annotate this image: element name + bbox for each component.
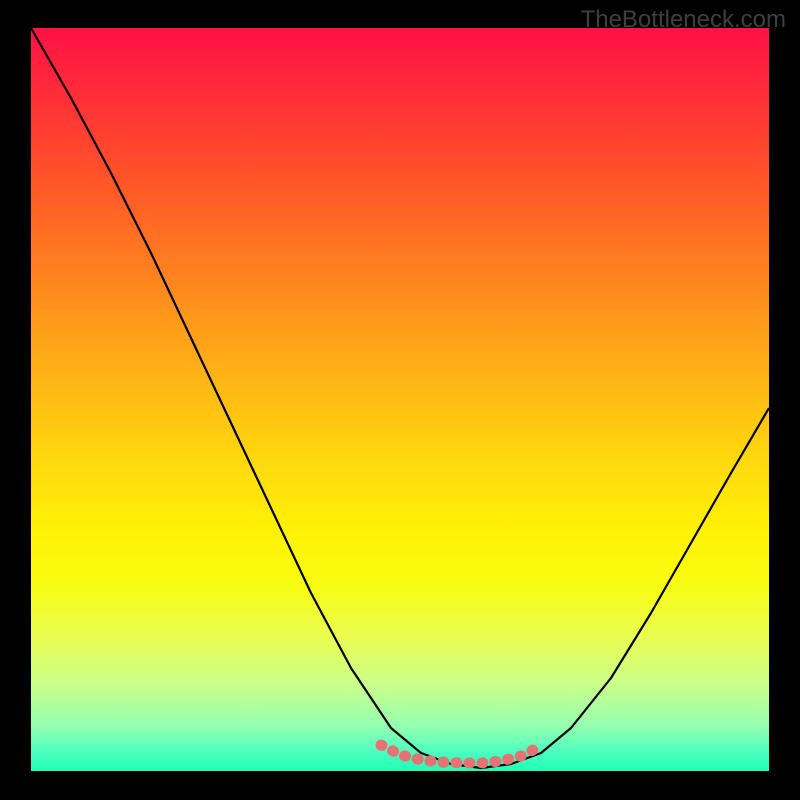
chart-container: TheBottleneck.com: [0, 0, 800, 800]
bottom-highlight-curve: [381, 745, 541, 763]
plot-area: [31, 28, 769, 771]
curve-layer: [31, 28, 769, 771]
watermark-text: TheBottleneck.com: [581, 6, 786, 34]
bottleneck-curve: [31, 28, 769, 768]
